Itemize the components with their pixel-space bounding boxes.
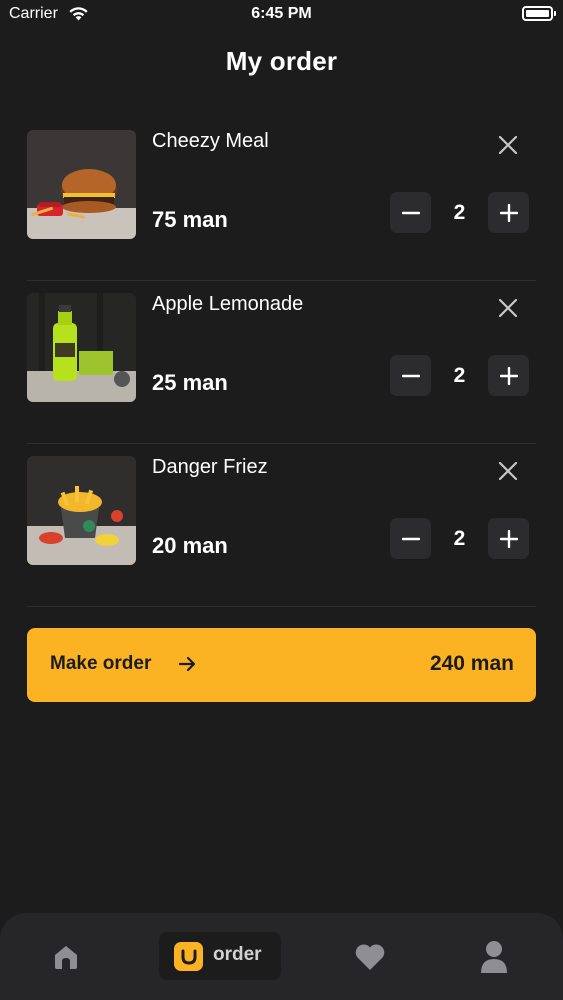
quantity-value: 2: [453, 364, 466, 387]
remove-item-button[interactable]: [493, 456, 523, 486]
tab-order[interactable]: order: [159, 932, 281, 980]
order-item: Cheezy Meal 75 man 2: [27, 118, 536, 281]
close-icon: [498, 298, 518, 318]
item-price: 75 man: [152, 207, 228, 232]
minus-icon: [401, 537, 420, 540]
quantity-stepper: 2: [390, 355, 529, 396]
item-name: Danger Friez: [152, 456, 268, 478]
item-name: Cheezy Meal: [152, 130, 269, 152]
minus-icon: [401, 211, 420, 214]
shopping-bag-icon: [174, 942, 203, 971]
item-price: 25 man: [152, 370, 228, 395]
item-image-burger[interactable]: [27, 130, 136, 239]
quantity-value: 2: [453, 201, 466, 224]
tab-profile[interactable]: [474, 913, 514, 1000]
item-name: Apple Lemonade: [152, 293, 304, 315]
tab-home[interactable]: [44, 913, 88, 1000]
remove-item-button[interactable]: [493, 293, 523, 323]
order-total: 240 man: [429, 652, 514, 675]
minus-icon: [401, 374, 420, 377]
status-bar: Carrier 6:45 PM: [0, 0, 563, 30]
tab-favorites[interactable]: [350, 913, 390, 1000]
close-icon: [498, 461, 518, 481]
order-item: Apple Lemonade 25 man 2: [27, 281, 536, 444]
remove-item-button[interactable]: [493, 130, 523, 160]
arrow-right-icon: [178, 656, 196, 672]
home-icon: [55, 945, 77, 969]
heart-icon: [355, 943, 385, 970]
decrease-button[interactable]: [390, 355, 431, 396]
quantity-value: 2: [453, 527, 466, 550]
battery-icon: [522, 6, 556, 21]
make-order-label: Make order: [50, 653, 152, 674]
decrease-button[interactable]: [390, 518, 431, 559]
plus-icon: [499, 529, 518, 548]
item-price: 20 man: [152, 533, 228, 558]
page-title: My order: [225, 46, 338, 76]
quantity-stepper: 2: [390, 518, 529, 559]
increase-button[interactable]: [488, 518, 529, 559]
profile-icon: [481, 940, 507, 973]
clock: 6:45 PM: [251, 5, 312, 22]
increase-button[interactable]: [488, 355, 529, 396]
tab-bar: order: [0, 913, 563, 1000]
make-order-button[interactable]: Make order 240 man: [27, 628, 536, 702]
close-icon: [498, 135, 518, 155]
item-image-fries[interactable]: [27, 456, 136, 565]
item-image-lemonade[interactable]: [27, 293, 136, 402]
tab-order-label: order: [213, 944, 262, 965]
quantity-stepper: 2: [390, 192, 529, 233]
order-item: Danger Friez 20 man 2: [27, 444, 536, 607]
decrease-button[interactable]: [390, 192, 431, 233]
plus-icon: [499, 366, 518, 385]
increase-button[interactable]: [488, 192, 529, 233]
order-list: Cheezy Meal 75 man 2 Apple Lemonade 25 m…: [27, 118, 536, 607]
plus-icon: [499, 203, 518, 222]
